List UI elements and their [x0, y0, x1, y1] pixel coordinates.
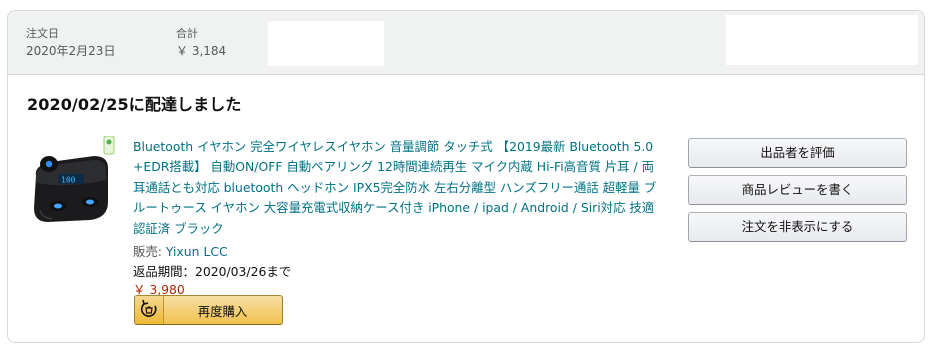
buy-again-button[interactable]: 再度購入 — [134, 295, 283, 325]
delivery-status-heading: 2020/02/25に配達しました — [27, 95, 242, 114]
earbuds-charging-case-image: 100 — [34, 135, 115, 222]
order-date-label: 注文日 — [26, 27, 59, 40]
buy-again-icon — [135, 296, 164, 324]
svg-text:100: 100 — [61, 176, 76, 185]
product-title-link[interactable]: Bluetooth イヤホン 完全ワイヤレスイヤホン 音量調節 タッチ式 【20… — [133, 137, 658, 239]
seller-label: 販売: — [133, 244, 166, 259]
reorder-icon — [140, 299, 157, 317]
rate-seller-button[interactable]: 出品者を評価 — [688, 138, 907, 168]
hide-order-button[interactable]: 注文を非表示にする — [688, 212, 907, 242]
write-review-button[interactable]: 商品レビューを書く — [688, 175, 907, 205]
return-period: 返品期間：2020/03/26まで — [133, 264, 292, 279]
order-header: 注文日 2020年2月23日 合計 ￥ 3,184 — [8, 11, 924, 75]
order-total-label: 合計 — [176, 27, 198, 40]
order-total-value: ￥ 3,184 — [176, 44, 227, 58]
product-thumbnail[interactable]: 100 — [28, 135, 116, 228]
redacted-block — [726, 15, 918, 65]
seller-line: 販売: Yixun LCC — [133, 242, 228, 260]
redacted-block — [268, 21, 384, 66]
order-card: 注文日 2020年2月23日 合計 ￥ 3,184 2020/02/25に配達し… — [7, 10, 925, 343]
seller-link[interactable]: Yixun LCC — [166, 244, 228, 259]
buy-again-label: 再度購入 — [197, 304, 248, 319]
order-date-value: 2020年2月23日 — [26, 44, 116, 58]
